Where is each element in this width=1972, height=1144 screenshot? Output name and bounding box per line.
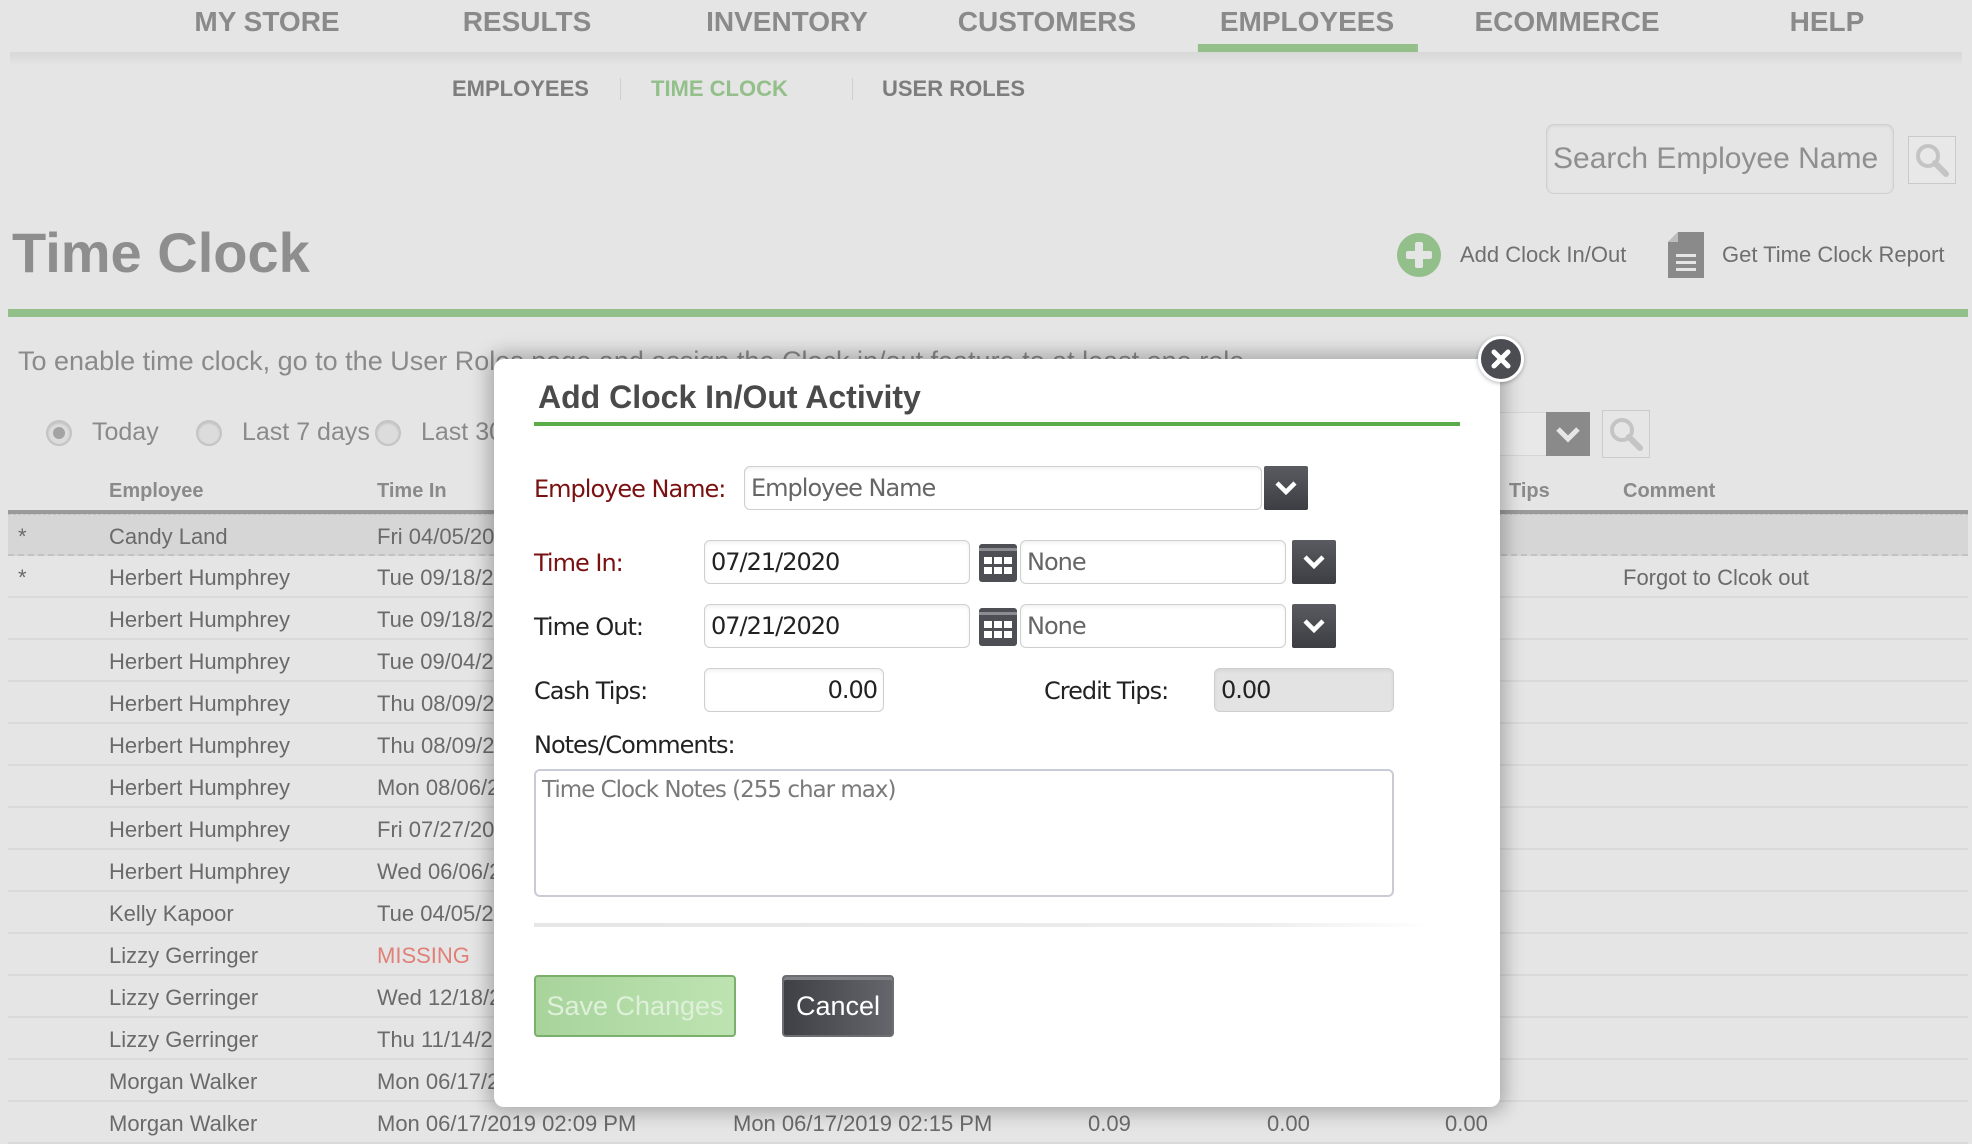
- close-dialog-button[interactable]: [1478, 336, 1524, 382]
- notes-label: Notes/Comments:: [534, 731, 736, 759]
- employee-name-select[interactable]: [744, 466, 1262, 510]
- credit-tips-label: Credit Tips:: [1044, 677, 1169, 705]
- time-out-time-dropdown-button[interactable]: [1292, 604, 1336, 648]
- time-out-label: Time Out:: [534, 613, 644, 641]
- calendar-icon: [979, 608, 1017, 646]
- employee-name-dropdown-button[interactable]: [1264, 466, 1308, 510]
- time-out-date-input[interactable]: [704, 604, 970, 648]
- time-in-label: Time In:: [534, 549, 624, 577]
- calendar-icon: [979, 544, 1017, 582]
- chevron-down-icon: [1303, 619, 1325, 634]
- cash-tips-label: Cash Tips:: [534, 677, 648, 705]
- dialog-footer-divider: [534, 923, 1434, 927]
- time-in-time-dropdown-button[interactable]: [1292, 540, 1336, 584]
- time-in-date-input[interactable]: [704, 540, 970, 584]
- cash-tips-input[interactable]: [704, 668, 884, 712]
- dialog-title-divider: [534, 422, 1460, 426]
- employee-name-label: Employee Name:: [534, 475, 726, 503]
- add-clock-activity-dialog: Add Clock In/Out Activity Employee Name:…: [494, 359, 1500, 1107]
- time-out-time-select[interactable]: [1020, 604, 1286, 648]
- cancel-button[interactable]: Cancel: [782, 975, 894, 1037]
- save-changes-button[interactable]: Save Changes: [534, 975, 736, 1037]
- time-in-time-select[interactable]: [1020, 540, 1286, 584]
- dialog-title: Add Clock In/Out Activity: [538, 379, 921, 415]
- chevron-down-icon: [1275, 481, 1297, 496]
- credit-tips-input: [1214, 668, 1394, 712]
- time-in-calendar-button[interactable]: [978, 543, 1018, 583]
- time-out-calendar-button[interactable]: [978, 607, 1018, 647]
- close-icon: [1491, 349, 1511, 369]
- notes-textarea[interactable]: [534, 769, 1394, 897]
- chevron-down-icon: [1303, 555, 1325, 570]
